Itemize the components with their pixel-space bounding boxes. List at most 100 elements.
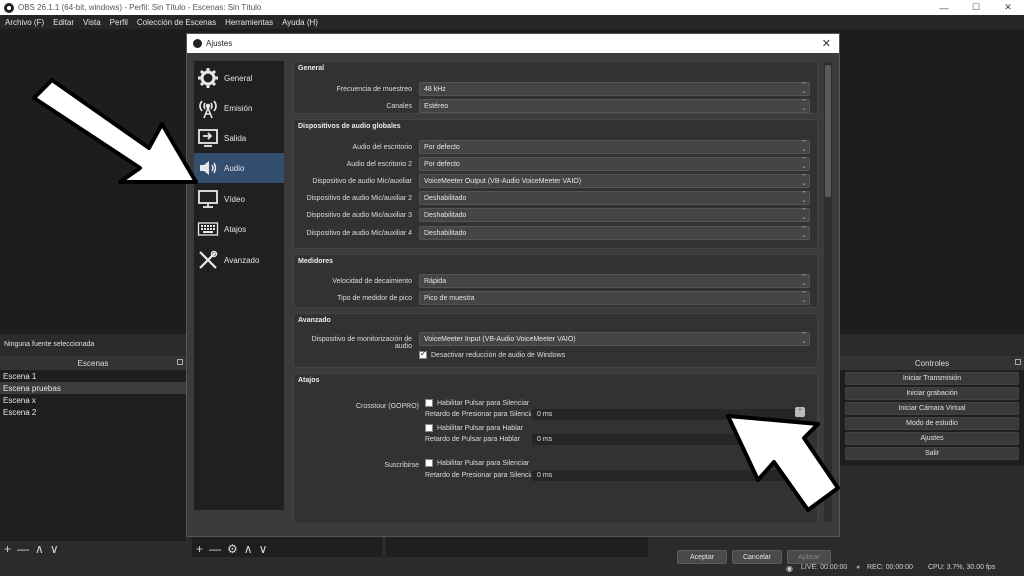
monitoring-device-select[interactable]: VoiceMeeter Input (VB-Audio VoiceMeeter …	[419, 332, 810, 346]
mic-aux-2-select[interactable]: Deshabilitado ⌃ ⌄	[419, 191, 810, 205]
channels-label: Canales	[386, 103, 412, 110]
push-to-mute-checkbox[interactable]: Habilitar Pulsar para Silenciar	[425, 399, 529, 407]
live-time: LIVE: 00:00:00	[801, 564, 848, 571]
window-titlebar: OBS 26.1.1 (64-bit, windows) - Perfil: S…	[0, 0, 1024, 15]
sidebar-item-hotkeys[interactable]: Atajos	[194, 214, 284, 244]
peak-meter-select[interactable]: Pico de muestra ⌃ ⌄	[419, 291, 810, 305]
monitor-icon	[196, 188, 220, 210]
scene-item[interactable]: Escena 2	[0, 406, 186, 418]
group-title: Medidores	[298, 258, 334, 265]
cancel-button[interactable]: Cancelar	[732, 550, 782, 564]
channels-select[interactable]: Estéreo ⌃ ⌄	[419, 99, 810, 113]
select-value: Deshabilitado	[424, 229, 467, 237]
keyboard-icon	[196, 218, 220, 240]
dialog-close-icon[interactable]: ✕	[822, 37, 831, 50]
sidebar-item-label: Avanzado	[224, 255, 260, 265]
controls-header: Controles	[840, 356, 1024, 370]
peak-meter-label: Tipo de medidor de pico	[337, 295, 412, 302]
hotkey-source-name: Crosstour (GOPRO)	[355, 403, 419, 410]
spin-arrows-icon: ⌃ ⌄	[801, 226, 807, 239]
sidebar-item-stream[interactable]: Emisión	[194, 93, 284, 123]
cpu-fps: CPU: 3.7%, 30.00 fps	[928, 564, 996, 571]
mic-aux-3-select[interactable]: Deshabilitado ⌃ ⌄	[419, 208, 810, 222]
source-status-text: Ninguna fuente seleccionada	[4, 340, 95, 348]
sidebar-item-audio[interactable]: Audio	[194, 153, 284, 183]
spin-arrows-icon: ⌃ ⌄	[801, 157, 807, 170]
push-to-mute-delay-label: Retardo de Presionar para Silenciar	[425, 472, 537, 479]
sample-rate-label: Frecuencia de muestreo	[336, 86, 412, 93]
channels-value: Estéreo	[424, 102, 449, 110]
decay-rate-label: Velocidad de decaimiento	[332, 278, 412, 285]
dialog-title: Ajustes	[206, 39, 233, 48]
move-scene-up-button[interactable]: ∧	[35, 543, 44, 555]
settings-sidebar: General Emisión Salida Audio Vídeo Atajo…	[194, 61, 284, 510]
maximize-button[interactable]: ☐	[960, 0, 992, 15]
menu-tools[interactable]: Herramientas	[225, 18, 273, 27]
scene-item[interactable]: Escena x	[0, 394, 186, 406]
sidebar-item-output[interactable]: Salida	[194, 123, 284, 153]
menu-edit[interactable]: Editar	[53, 18, 74, 27]
scenes-header: Escenas	[0, 356, 186, 370]
checkbox-label: Desactivar reducción de audio de Windows	[431, 351, 566, 359]
menu-file[interactable]: Archivo (F)	[5, 18, 44, 27]
undock-icon[interactable]	[1015, 359, 1021, 365]
move-source-down-button[interactable]: ∨	[259, 543, 268, 555]
select-value: Por defecto	[424, 143, 460, 151]
mic-aux-select[interactable]: VoiceMeeter Output (VB-Audio VoiceMeeter…	[419, 174, 810, 188]
field-label: Audio del escritorio 2	[346, 161, 412, 168]
decay-rate-select[interactable]: Rápida ⌃ ⌄	[419, 274, 810, 288]
menu-view[interactable]: Vista	[83, 18, 101, 27]
remove-source-button[interactable]: —	[209, 543, 221, 555]
checkbox-icon[interactable]	[425, 459, 433, 467]
mic-aux-4-select[interactable]: Deshabilitado ⌃ ⌄	[419, 226, 810, 240]
group-title: General	[298, 65, 325, 72]
spin-arrows-icon: ⌃ ⌄	[801, 274, 807, 287]
checkbox-label: Habilitar Pulsar para Silenciar	[437, 459, 530, 467]
start-streaming-button[interactable]: Iniciar Transmisión	[845, 372, 1019, 385]
scenes-dock: Escenas Escena 1 Escena pruebas Escena x…	[0, 356, 186, 541]
controls-title: Controles	[914, 358, 950, 368]
scrollbar-thumb[interactable]	[825, 65, 831, 197]
push-to-talk-delay-label: Retardo de Pulsar para Hablar	[425, 436, 520, 443]
scene-item[interactable]: Escena 1	[0, 370, 186, 382]
sidebar-item-general[interactable]: General	[194, 63, 284, 93]
sources-toolbar: + — ⚙ ∧ ∨	[192, 541, 382, 557]
move-source-up-button[interactable]: ∧	[244, 543, 253, 555]
field-label: Dispositivo de audio Mic/auxiliar 3	[306, 212, 412, 219]
remove-scene-button[interactable]: —	[17, 543, 29, 555]
start-recording-button[interactable]: Iniciar grabación	[845, 387, 1019, 400]
add-source-button[interactable]: +	[196, 543, 203, 555]
select-value: Por defecto	[424, 160, 460, 168]
scene-item-selected[interactable]: Escena pruebas	[0, 382, 186, 394]
group-title: Avanzado	[298, 317, 331, 324]
obs-logo-icon	[4, 2, 14, 13]
field-label: Dispositivo de audio Mic/auxiliar	[312, 178, 412, 185]
sample-rate-select[interactable]: 48 kHz ⌃ ⌄	[419, 82, 810, 96]
sidebar-item-advanced[interactable]: Avanzado	[194, 245, 284, 275]
checkbox-icon[interactable]	[425, 424, 433, 432]
minimize-button[interactable]: —	[928, 0, 960, 15]
checkbox-icon[interactable]	[425, 399, 433, 407]
undock-icon[interactable]	[177, 359, 183, 365]
disable-ducking-checkbox[interactable]: Desactivar reducción de audio de Windows	[419, 349, 566, 359]
accept-button[interactable]: Aceptar	[677, 550, 727, 564]
close-button[interactable]: ✕	[992, 0, 1024, 15]
push-to-mute-checkbox[interactable]: Habilitar Pulsar para Silenciar	[425, 459, 529, 467]
menu-scene-collection[interactable]: Colección de Escenas	[137, 18, 216, 27]
add-scene-button[interactable]: +	[4, 543, 11, 555]
move-scene-down-button[interactable]: ∨	[50, 543, 59, 555]
desktop-audio-2-select[interactable]: Por defecto ⌃ ⌄	[419, 157, 810, 171]
menu-bar: Archivo (F) Editar Vista Perfil Colecció…	[0, 15, 1024, 29]
sidebar-item-video[interactable]: Vídeo	[194, 184, 284, 214]
apply-button[interactable]: Aplicar	[787, 550, 831, 564]
menu-help[interactable]: Ayuda (H)	[282, 18, 318, 27]
checkbox-label: Habilitar Pulsar para Silenciar	[437, 399, 530, 407]
push-to-talk-checkbox[interactable]: Habilitar Pulsar para Hablar	[425, 424, 523, 432]
checkbox-checked-icon[interactable]	[419, 349, 427, 359]
menu-profile[interactable]: Perfil	[110, 18, 128, 27]
sidebar-item-label: Salida	[224, 133, 247, 143]
status-bar: ◉ LIVE: 00:00:00 ● REC: 00:00:00 CPU: 3.…	[0, 561, 1024, 576]
spin-arrows-icon: ⌃ ⌄	[801, 174, 807, 187]
desktop-audio-select[interactable]: Por defecto ⌃ ⌄	[419, 140, 810, 154]
source-properties-button[interactable]: ⚙	[227, 543, 238, 555]
